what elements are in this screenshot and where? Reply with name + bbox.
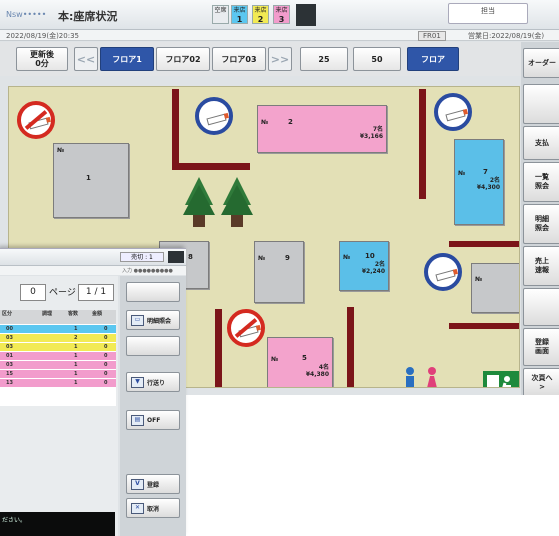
info-right-label: FR01: [418, 31, 446, 41]
option-50-button[interactable]: 50: [353, 47, 401, 71]
payment-button[interactable]: 支払: [523, 126, 559, 160]
app-logo: Nsw•••••: [6, 10, 47, 19]
floor-view-button[interactable]: フロア: [407, 47, 459, 71]
detail-info-bar: 入力 ●●●●●●●●●: [0, 266, 186, 275]
status-box-vacant: 空席: [212, 5, 229, 24]
scroll-up-button[interactable]: [126, 282, 180, 302]
wall: [172, 163, 250, 170]
page-label: ページ: [49, 288, 76, 298]
table-2[interactable]: № 2 7名 ¥3,166: [257, 105, 387, 153]
table-1[interactable]: № 1: [53, 143, 129, 218]
list-item[interactable]: 03 1 0: [0, 343, 116, 352]
table-5[interactable]: № 5 4名 ¥4,380: [267, 337, 333, 387]
blank-button[interactable]: [126, 336, 180, 356]
arrow-down-icon: ▼: [131, 376, 144, 388]
wall: [449, 241, 519, 247]
no-smoking-icon: [17, 101, 55, 139]
wall: [449, 323, 519, 329]
table-10[interactable]: № 10 2名 ¥2,240: [339, 241, 389, 291]
business-date: 営業日:2022/08/19(金): [468, 32, 545, 40]
next-floor-button[interactable]: >>: [268, 47, 292, 71]
page-title: 本:座席状況: [58, 10, 118, 23]
wall: [172, 89, 179, 165]
tab-floor-2[interactable]: フロア02: [156, 47, 210, 71]
table-9[interactable]: № 9: [254, 241, 304, 303]
status-box-visit-3: 来店 3: [273, 5, 290, 24]
message-area: ださい。: [0, 512, 115, 536]
line-feed-button[interactable]: ▼ 行送り: [126, 372, 180, 392]
side-button-panel: オーダー 支払 一覧 照会 明細 照会 売上 速報 登録 画面 次頁へ >: [521, 42, 559, 395]
tab-floor-1[interactable]: フロア1: [100, 47, 154, 71]
wall: [347, 307, 354, 387]
detail-header-badge: 売切 : 1: [120, 252, 164, 262]
status-box-visit-2: 来店 2: [252, 5, 269, 24]
staff-message-box[interactable]: 担当: [448, 3, 528, 24]
list-item[interactable]: [0, 397, 116, 406]
plant-icon: [183, 177, 253, 227]
off-button[interactable]: ▤ OFF: [126, 410, 180, 430]
printer-icon: ▤: [131, 414, 144, 426]
restroom-icon: [406, 367, 437, 387]
register-button[interactable]: V 登録: [126, 474, 180, 494]
prev-floor-button[interactable]: <<: [74, 47, 98, 71]
next-page-button[interactable]: 次頁へ >: [523, 368, 559, 395]
detail-inquiry-button[interactable]: 明細 照会: [523, 204, 559, 244]
page-current-field[interactable]: 1 / 1: [78, 284, 114, 301]
detail-list: 0 ページ 1 / 1 区分 調理 客数 金額 00 1 0 03 2 0 03 1 0 0…: [0, 276, 118, 536]
monitor-icon: ▭: [131, 314, 144, 326]
list-item[interactable]: [0, 388, 116, 397]
emergency-exit-icon: [483, 371, 519, 387]
smoking-area-icon: [434, 93, 472, 131]
page-navigator: 0 ページ 1 / 1: [0, 284, 114, 301]
wall: [215, 309, 222, 387]
tab-floor-3[interactable]: フロア03: [212, 47, 266, 71]
datetime: 2022/08/19(金)20:35: [6, 32, 79, 40]
list-item[interactable]: 03 1 0: [0, 361, 116, 370]
update-button[interactable]: 更新後 0分: [16, 47, 68, 71]
list-item[interactable]: 15 1 0: [0, 370, 116, 379]
detail-screen: 売切 : 1 入力 ●●●●●●●●● 0 ページ 1 / 1 区分 調理 客数…: [0, 248, 186, 536]
check-v-icon: V: [131, 478, 144, 490]
list-item[interactable]: 03 2 0: [0, 334, 116, 343]
table-7[interactable]: № 7 2名 ¥4,300: [454, 139, 504, 225]
smoking-area-icon: [195, 97, 233, 135]
no-smoking-icon: [227, 309, 265, 347]
toolbar: 更新後 0分 << フロア1 フロア02 フロア03 >> 25 50 フロア: [0, 42, 559, 76]
blank-button[interactable]: [523, 288, 559, 326]
list-item[interactable]: 01 1 0: [0, 352, 116, 361]
table-11[interactable]: №: [471, 263, 519, 313]
cancel-button[interactable]: ✕ 取消: [126, 498, 180, 518]
wall: [419, 89, 426, 199]
list-header: 区分 調理 客数 金額: [0, 310, 116, 325]
detail-title-bar: 売切 : 1: [0, 249, 186, 266]
detail-header-dark: [168, 251, 184, 263]
status-box-dark: [296, 4, 316, 26]
list-item[interactable]: 00 1 0: [0, 325, 116, 334]
status-box-visit-1: 来店 1: [231, 5, 248, 24]
page-offset-field[interactable]: 0: [20, 284, 46, 301]
smoking-area-icon: [424, 253, 462, 291]
detail-button-panel: ▭ 明細照会 ▼ 行送り ▤ OFF V 登録 ✕ 取消: [120, 276, 186, 536]
list-inquiry-button[interactable]: 一覧 照会: [523, 162, 559, 202]
title-bar: Nsw••••• 本:座席状況 空席 来店 1 来店 2 来店 3 担当: [0, 0, 559, 30]
info-bar: 2022/08/19(金)20:35 FR01 営業日:2022/08/19(金…: [0, 30, 559, 41]
sales-report-button[interactable]: 売上 速報: [523, 246, 559, 286]
detail-inquiry-button[interactable]: ▭ 明細照会: [126, 310, 180, 330]
option-25-button[interactable]: 25: [300, 47, 348, 71]
order-button[interactable]: オーダー: [523, 48, 559, 78]
blank-button[interactable]: [523, 84, 559, 124]
cancel-icon: ✕: [131, 502, 144, 514]
register-screen-button[interactable]: 登録 画面: [523, 328, 559, 366]
list-item[interactable]: 13 1 0: [0, 379, 116, 388]
